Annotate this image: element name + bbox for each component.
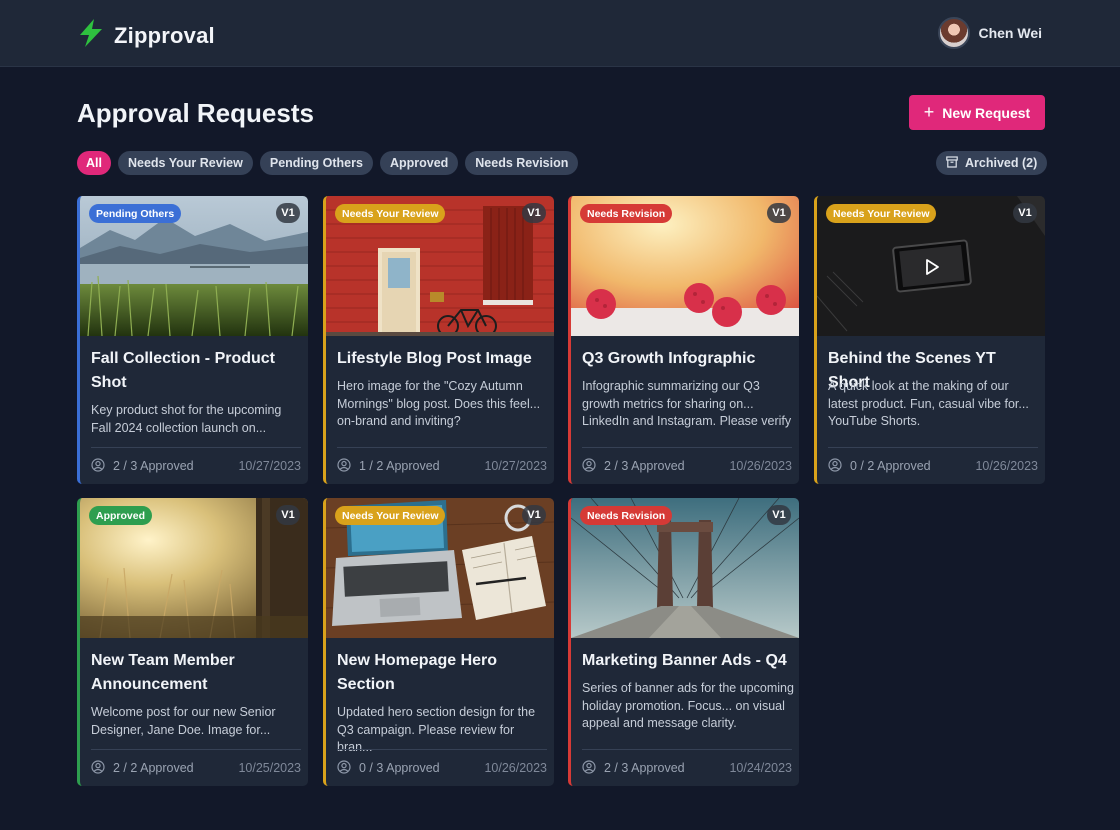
card-footer: 2 / 3 Approved 10/26/2023 bbox=[582, 447, 792, 484]
lightning-bolt-icon bbox=[77, 18, 105, 53]
user-circle-icon bbox=[828, 457, 842, 475]
card-date: 10/26/2023 bbox=[975, 459, 1038, 473]
archived-button[interactable]: Archived (2) bbox=[936, 151, 1048, 175]
approval-count: 0 / 3 Approved bbox=[337, 759, 440, 777]
card-date: 10/25/2023 bbox=[238, 761, 301, 775]
approval-count-text: 0 / 3 Approved bbox=[359, 761, 440, 775]
card-title[interactable]: Q3 Growth Infographic bbox=[582, 347, 794, 371]
archived-label: Archived (2) bbox=[965, 156, 1038, 170]
approval-count: 1 / 2 Approved bbox=[337, 457, 440, 475]
card-date: 10/24/2023 bbox=[729, 761, 792, 775]
top-bar: Zipproval Chen Wei bbox=[0, 0, 1120, 67]
card-date: 10/26/2023 bbox=[729, 459, 792, 473]
filter-needs-your-review[interactable]: Needs Your Review bbox=[117, 151, 253, 175]
user-circle-icon bbox=[337, 457, 351, 475]
filter-needs-revision[interactable]: Needs Revision bbox=[465, 151, 579, 175]
card-title[interactable]: New Team Member Announcement bbox=[91, 649, 303, 697]
user-circle-icon bbox=[91, 759, 105, 777]
status-badge: Pending Others bbox=[89, 204, 182, 223]
new-request-button[interactable]: + New Request bbox=[909, 95, 1045, 130]
request-card[interactable]: Needs Revision V1 Q3 Growth Infographic … bbox=[568, 196, 799, 484]
request-card[interactable]: Needs Your Review V1 Behind the Scenes Y… bbox=[814, 196, 1045, 484]
approval-count-text: 1 / 2 Approved bbox=[359, 459, 440, 473]
filter-bar: All Needs Your Review Pending Others App… bbox=[77, 151, 579, 175]
request-card[interactable]: Needs Revision V1 Marketing Banner Ads -… bbox=[568, 498, 799, 786]
status-badge: Needs Revision bbox=[580, 506, 673, 525]
user-name: Chen Wei bbox=[978, 25, 1042, 41]
user-circle-icon bbox=[582, 457, 596, 475]
version-badge: V1 bbox=[767, 505, 791, 525]
app-name: Zipproval bbox=[114, 22, 215, 48]
card-footer: 2 / 3 Approved 10/27/2023 bbox=[91, 447, 301, 484]
card-footer: 2 / 2 Approved 10/25/2023 bbox=[91, 749, 301, 786]
version-badge: V1 bbox=[1013, 203, 1037, 223]
card-description: Hero image for the "Cozy Autumn Mornings… bbox=[337, 379, 541, 428]
card-footer: 2 / 3 Approved 10/24/2023 bbox=[582, 749, 792, 786]
card-title[interactable]: New Homepage Hero Section bbox=[337, 649, 549, 697]
card-description: Updated hero section design for the Q3 c… bbox=[337, 705, 536, 754]
approval-count: 2 / 3 Approved bbox=[91, 457, 194, 475]
card-footer: 0 / 3 Approved 10/26/2023 bbox=[337, 749, 547, 786]
approval-count-text: 2 / 3 Approved bbox=[113, 459, 194, 473]
status-badge: Needs Revision bbox=[580, 204, 673, 223]
version-badge: V1 bbox=[522, 505, 546, 525]
card-title[interactable]: Fall Collection - Product Shot bbox=[91, 347, 303, 395]
request-card[interactable]: Pending Others V1 Fall Collection - Prod… bbox=[77, 196, 308, 484]
request-card[interactable]: Approved V1 New Team Member Announcement… bbox=[77, 498, 308, 786]
status-badge: Needs Your Review bbox=[335, 506, 446, 525]
version-badge: V1 bbox=[522, 203, 546, 223]
new-request-label: New Request bbox=[942, 104, 1031, 121]
card-description: Key product shot for the upcoming Fall 2… bbox=[91, 403, 282, 435]
user-circle-icon bbox=[582, 759, 596, 777]
version-badge: V1 bbox=[767, 203, 791, 223]
card-footer: 0 / 2 Approved 10/26/2023 bbox=[828, 447, 1038, 484]
status-badge: Needs Your Review bbox=[335, 204, 446, 223]
approval-count-text: 2 / 2 Approved bbox=[113, 761, 194, 775]
approval-count-text: 0 / 2 Approved bbox=[850, 459, 931, 473]
user-circle-icon bbox=[337, 759, 351, 777]
approval-count: 2 / 2 Approved bbox=[91, 759, 194, 777]
request-card[interactable]: Needs Your Review V1 Lifestyle Blog Post… bbox=[323, 196, 554, 484]
card-description: Welcome post for our new Senior Designer… bbox=[91, 705, 276, 737]
user-menu[interactable]: Chen Wei bbox=[938, 17, 1042, 49]
brand[interactable]: Zipproval bbox=[77, 18, 215, 53]
card-description: Series of banner ads for the upcoming ho… bbox=[582, 681, 794, 730]
archive-box-icon bbox=[946, 155, 958, 171]
card-date: 10/27/2023 bbox=[484, 459, 547, 473]
approval-count: 0 / 2 Approved bbox=[828, 457, 931, 475]
play-icon[interactable] bbox=[909, 249, 953, 284]
status-badge: Approved bbox=[89, 506, 153, 525]
user-circle-icon bbox=[91, 457, 105, 475]
card-description: Infographic summarizing our Q3 growth me… bbox=[582, 379, 792, 428]
card-footer: 1 / 2 Approved 10/27/2023 bbox=[337, 447, 547, 484]
card-date: 10/27/2023 bbox=[238, 459, 301, 473]
card-date: 10/26/2023 bbox=[484, 761, 547, 775]
filter-approved[interactable]: Approved bbox=[379, 151, 459, 175]
plus-icon: + bbox=[923, 101, 935, 122]
filter-all[interactable]: All bbox=[77, 151, 111, 175]
filter-pending-others[interactable]: Pending Others bbox=[259, 151, 373, 175]
version-badge: V1 bbox=[276, 203, 300, 223]
page-title: Approval Requests bbox=[77, 98, 314, 128]
card-description: A quick look at the making of our latest… bbox=[828, 379, 1029, 428]
request-card[interactable]: Needs Your Review V1 New Homepage Hero S… bbox=[323, 498, 554, 786]
approval-count-text: 2 / 3 Approved bbox=[604, 761, 685, 775]
status-badge: Needs Your Review bbox=[826, 204, 937, 223]
card-title[interactable]: Lifestyle Blog Post Image bbox=[337, 347, 549, 371]
approval-count: 2 / 3 Approved bbox=[582, 759, 685, 777]
card-title[interactable]: Marketing Banner Ads - Q4 bbox=[582, 649, 794, 673]
approval-count-text: 2 / 3 Approved bbox=[604, 459, 685, 473]
avatar[interactable] bbox=[938, 17, 971, 49]
version-badge: V1 bbox=[276, 505, 300, 525]
approval-count: 2 / 3 Approved bbox=[582, 457, 685, 475]
